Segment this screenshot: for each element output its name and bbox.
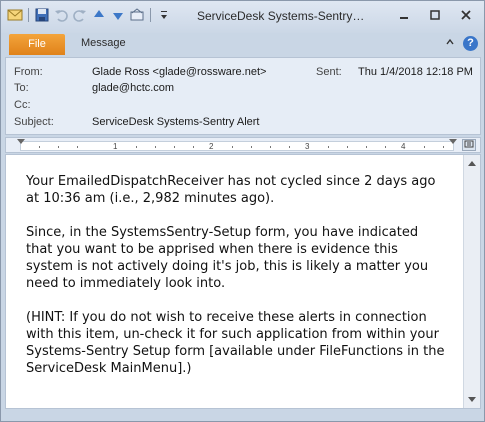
cc-row: Cc: — [6, 99, 480, 115]
title-bar: ServiceDesk Systems-Sentry A... — [1, 1, 484, 33]
ruler-tick — [424, 146, 425, 148]
reply-icon[interactable] — [129, 7, 145, 23]
scroll-down-icon[interactable] — [464, 392, 480, 408]
from-label: From: — [14, 66, 43, 78]
ruler-tick — [385, 146, 386, 148]
qat-separator — [28, 8, 29, 22]
ruler-tick — [328, 146, 329, 148]
up-arrow-icon[interactable] — [91, 7, 107, 23]
ruler-tick — [77, 146, 78, 148]
status-bar — [1, 409, 484, 421]
maximize-button[interactable] — [421, 5, 449, 25]
tab-file[interactable]: File — [9, 34, 65, 55]
body-paragraph: Since, in the SystemsSentry-Setup form, … — [26, 225, 429, 291]
ruler: 1 2 3 4 — [5, 137, 481, 153]
body-paragraph: (HINT: If you do not wish to receive the… — [26, 310, 445, 376]
window-controls — [390, 5, 480, 25]
cc-label: Cc: — [14, 99, 31, 111]
from-value[interactable]: Glade Ross <glade@rossware.net> — [92, 66, 266, 78]
ruler-right-indent-marker[interactable] — [449, 139, 457, 144]
ruler-number: 4 — [401, 142, 406, 151]
minimize-button[interactable] — [390, 5, 418, 25]
body-paragraph: Your EmailedDispatchReceiver has not cyc… — [26, 174, 436, 206]
to-label: To: — [14, 82, 29, 94]
vertical-scrollbar[interactable] — [463, 155, 480, 408]
from-row: From: Glade Ross <glade@rossware.net> Se… — [6, 66, 480, 82]
ribbon-collapse-icon[interactable] — [445, 37, 455, 50]
ruler-tick — [136, 146, 137, 148]
ruler-number: 1 — [113, 142, 118, 151]
ruler-tick — [251, 146, 252, 148]
save-icon[interactable] — [34, 7, 50, 23]
subject-label: Subject: — [14, 116, 54, 128]
subject-row: Subject: ServiceDesk Systems-Sentry Aler… — [6, 116, 480, 132]
ruler-tick — [174, 146, 175, 148]
ruler-tick — [155, 146, 156, 148]
window-title: ServiceDesk Systems-Sentry A... — [197, 9, 365, 23]
ruler-tick — [58, 146, 59, 148]
ruler-tick — [193, 146, 194, 148]
sent-value: Thu 1/4/2018 12:18 PM — [358, 66, 473, 78]
to-row: To: glade@hctc.com — [6, 82, 480, 98]
message-header: From: Glade Ross <glade@rossware.net> Se… — [5, 57, 481, 135]
email-window: ServiceDesk Systems-Sentry A... File Mes… — [0, 0, 485, 422]
ribbon-controls: ? — [445, 36, 478, 51]
sent-label: Sent: — [316, 66, 342, 78]
undo-icon[interactable] — [53, 7, 69, 23]
quick-access-toolbar — [7, 7, 172, 23]
redo-icon[interactable] — [72, 7, 88, 23]
down-arrow-icon[interactable] — [110, 7, 126, 23]
ruler-tick — [366, 146, 367, 148]
ruler-tick — [39, 146, 40, 148]
subject-value: ServiceDesk Systems-Sentry Alert — [92, 116, 260, 128]
help-icon[interactable]: ? — [463, 36, 478, 51]
tab-message[interactable]: Message — [81, 37, 126, 49]
ruler-indent-marker[interactable] — [17, 139, 25, 144]
message-body[interactable]: Your EmailedDispatchReceiver has not cyc… — [5, 154, 481, 409]
close-button[interactable] — [452, 5, 480, 25]
ruler-tick — [289, 146, 290, 148]
ruler-tick — [270, 146, 271, 148]
ruler-toggle-icon[interactable] — [462, 139, 476, 151]
ribbon-tabs: File Message ? — [1, 33, 484, 55]
message-body-text: Your EmailedDispatchReceiver has not cyc… — [26, 173, 446, 394]
ruler-tick — [443, 146, 444, 148]
ruler-tick — [232, 146, 233, 148]
to-value[interactable]: glade@hctc.com — [92, 82, 174, 94]
qat-customize-icon[interactable] — [156, 7, 172, 23]
ruler-tick — [347, 146, 348, 148]
mail-icon[interactable] — [7, 7, 23, 23]
scroll-up-icon[interactable] — [464, 155, 480, 171]
qat-separator — [150, 8, 151, 22]
ruler-number: 3 — [305, 142, 310, 151]
ruler-track[interactable]: 1 2 3 4 — [17, 139, 457, 151]
ruler-number: 2 — [209, 142, 214, 151]
